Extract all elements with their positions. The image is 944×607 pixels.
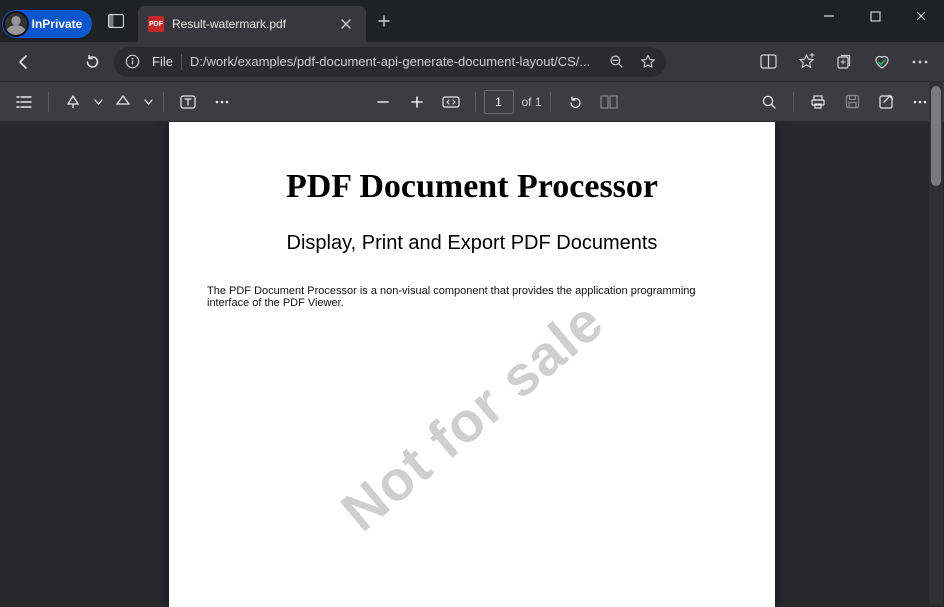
performance-button[interactable]	[864, 46, 900, 78]
vertical-scrollbar[interactable]	[929, 82, 943, 605]
zoom-in-button[interactable]	[401, 86, 433, 118]
chevron-down-icon[interactable]	[141, 99, 155, 105]
save-button[interactable]	[836, 86, 868, 118]
zoom-out-indicator-icon[interactable]	[604, 54, 628, 69]
close-tab-button[interactable]	[336, 14, 356, 34]
split-screen-button[interactable]	[750, 46, 786, 78]
separator	[793, 92, 794, 112]
separator	[181, 54, 182, 70]
favorites-button[interactable]	[788, 46, 824, 78]
address-bar[interactable]: File D:/work/examples/pdf-document-api-g…	[114, 47, 666, 77]
back-button[interactable]	[6, 46, 42, 78]
collections-button[interactable]	[826, 46, 862, 78]
separator	[163, 92, 164, 112]
tab-title: Result-watermark.pdf	[172, 17, 328, 31]
favorite-star-icon[interactable]	[636, 54, 660, 70]
url-path: D:/work/examples/pdf-document-api-genera…	[190, 54, 596, 69]
tab-actions-button[interactable]	[94, 0, 138, 42]
page-view-button[interactable]	[593, 86, 625, 118]
toolbar-more-button[interactable]	[206, 86, 238, 118]
avatar-icon	[5, 13, 27, 35]
doc-body-text: The PDF Document Processor is a non-visu…	[203, 285, 741, 309]
chevron-down-icon[interactable]	[91, 99, 105, 105]
refresh-button[interactable]	[74, 46, 110, 78]
doc-heading: PDF Document Processor	[203, 168, 741, 206]
add-text-button[interactable]	[172, 86, 204, 118]
nav-gap	[46, 46, 70, 78]
profile-area: InPrivate	[0, 0, 94, 42]
pdf-toolbar: of 1	[0, 82, 944, 122]
highlight-button[interactable]	[107, 86, 139, 118]
draw-button[interactable]	[57, 86, 89, 118]
separator	[475, 92, 476, 112]
scroll-thumb[interactable]	[931, 86, 941, 186]
watermark-text: Not for sale	[329, 289, 616, 545]
save-as-button[interactable]	[870, 86, 902, 118]
rotate-button[interactable]	[559, 86, 591, 118]
maximize-button[interactable]	[852, 0, 898, 32]
window-controls	[806, 0, 944, 42]
browser-tab[interactable]: PDF Result-watermark.pdf	[138, 6, 366, 42]
zoom-out-button[interactable]	[367, 86, 399, 118]
fit-page-button[interactable]	[435, 86, 467, 118]
contents-button[interactable]	[8, 86, 40, 118]
doc-subheading: Display, Print and Export PDF Documents	[203, 232, 741, 255]
print-button[interactable]	[802, 86, 834, 118]
separator	[550, 92, 551, 112]
settings-more-button[interactable]	[902, 46, 938, 78]
url-scheme: File	[152, 54, 173, 69]
inprivate-badge[interactable]: InPrivate	[2, 10, 93, 38]
page-number-input[interactable]	[484, 90, 514, 114]
close-window-button[interactable]	[898, 0, 944, 32]
pdf-page: PDF Document Processor Display, Print an…	[169, 122, 775, 607]
minimize-button[interactable]	[806, 0, 852, 32]
new-tab-button[interactable]	[366, 0, 402, 42]
address-bar-row: File D:/work/examples/pdf-document-api-g…	[0, 42, 944, 82]
page-total-label: of 1	[522, 95, 542, 109]
addr-actions	[750, 46, 938, 78]
find-button[interactable]	[753, 86, 785, 118]
title-bar: InPrivate PDF Result-watermark.pdf	[0, 0, 944, 42]
inprivate-label: InPrivate	[32, 17, 83, 31]
separator	[48, 92, 49, 112]
pdf-file-icon: PDF	[148, 16, 164, 32]
site-info-icon[interactable]	[120, 54, 144, 69]
document-viewport[interactable]: PDF Document Processor Display, Print an…	[0, 122, 944, 607]
